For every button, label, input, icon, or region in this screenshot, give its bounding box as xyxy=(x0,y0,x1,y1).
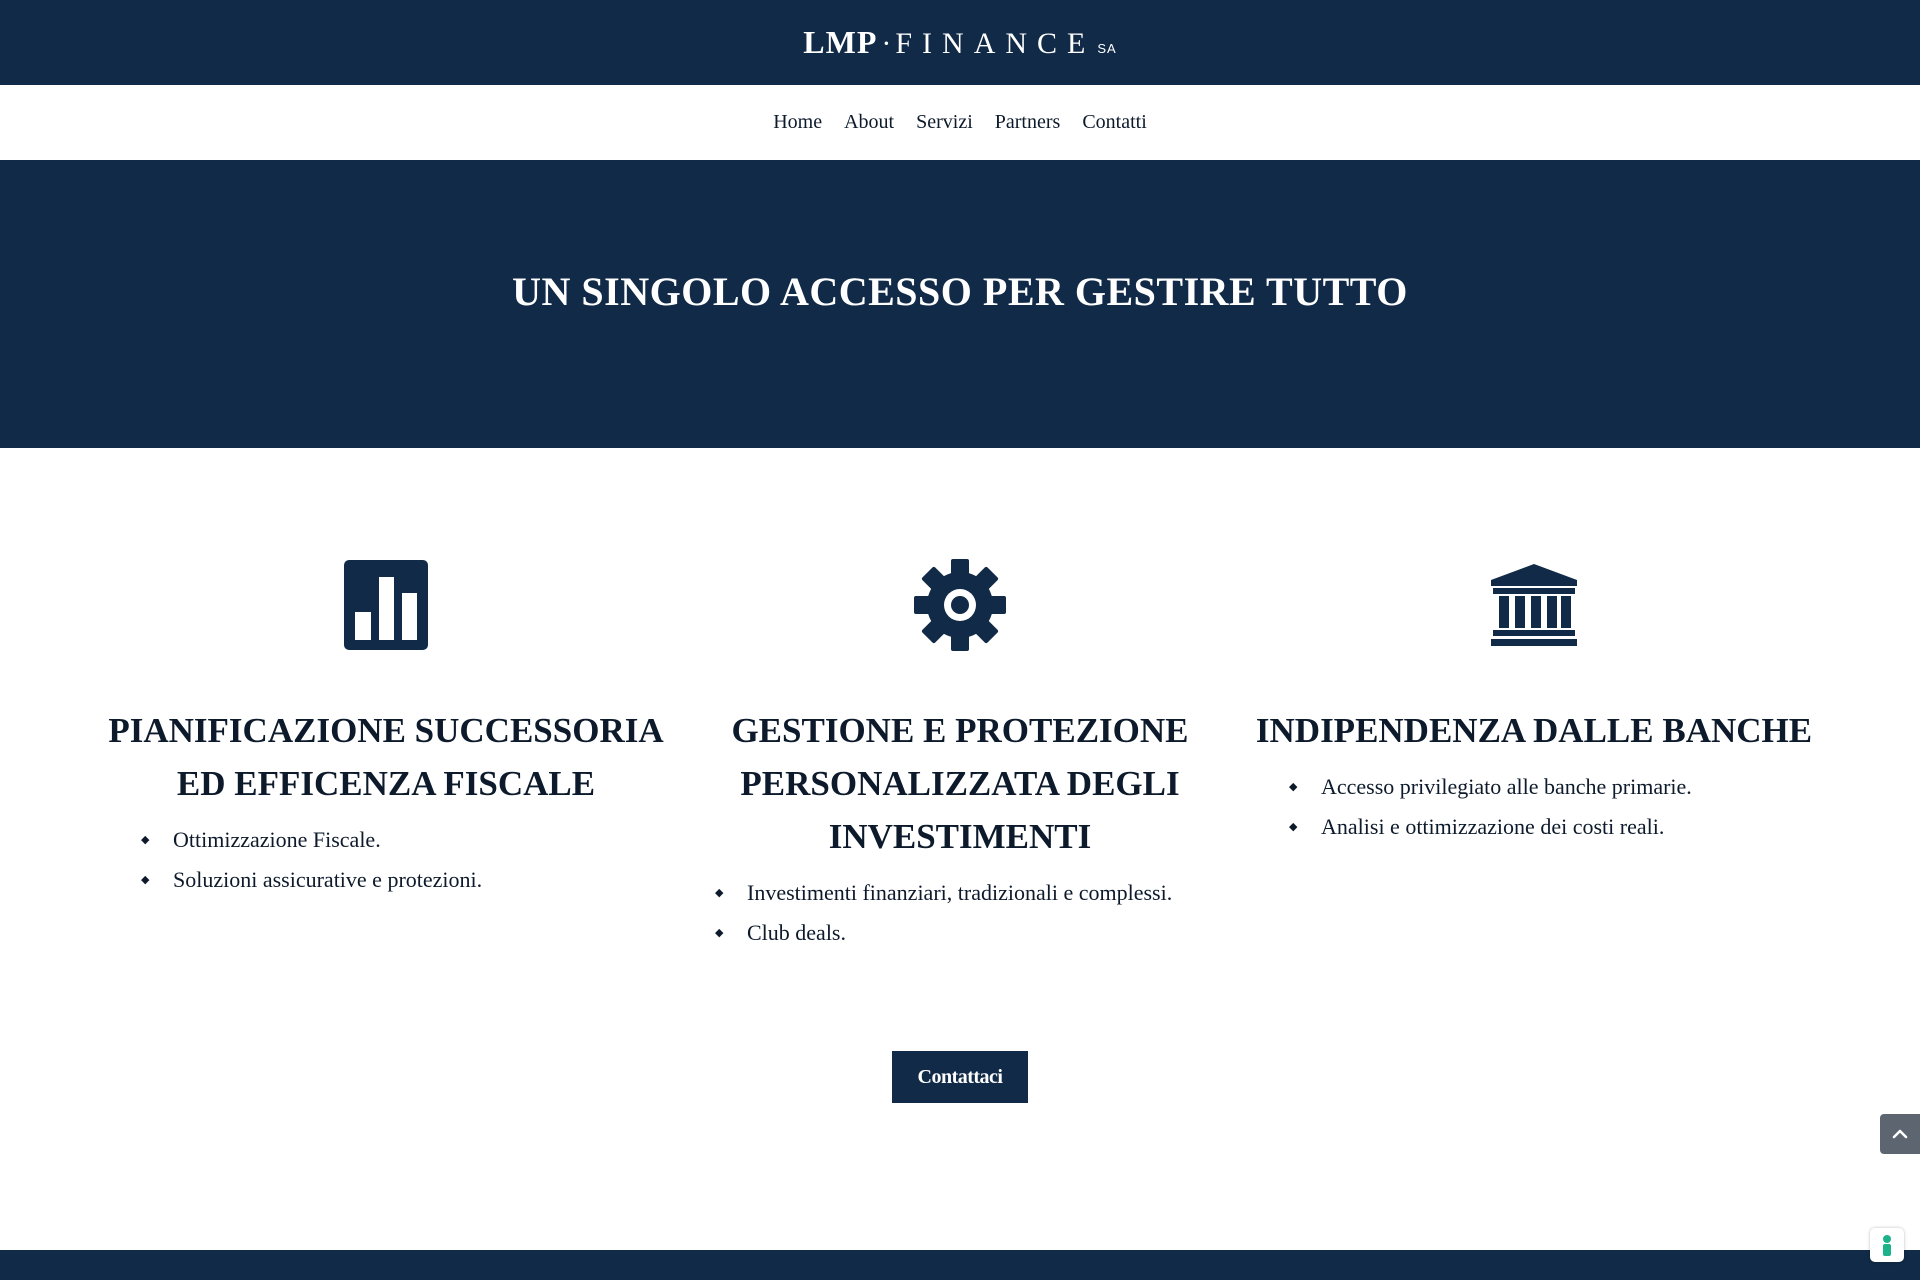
nav-partners[interactable]: Partners xyxy=(995,111,1061,134)
list-item: Investimenti finanziari, tradizionali e … xyxy=(715,873,1207,913)
list-item: Ottimizzazione Fiscale. xyxy=(141,820,633,860)
feature-column: PIANIFICAZIONE SUCCESSORIA ED EFFICENZA … xyxy=(99,560,673,953)
logo-text-finance: FINANCE xyxy=(895,27,1096,60)
cta-wrapper: Contattaci xyxy=(0,1051,1920,1103)
nav-home[interactable]: Home xyxy=(773,111,822,134)
feature-column: INDIPENDENZA DALLE BANCHE Accesso privil… xyxy=(1247,560,1821,953)
feature-list: Accesso privilegiato alle banche primari… xyxy=(1247,767,1821,847)
hero-banner: UN SINGOLO ACCESSO PER GESTIRE TUTTO xyxy=(0,160,1920,448)
nav-about[interactable]: About xyxy=(844,111,894,134)
feature-list: Ottimizzazione Fiscale. Soluzioni assicu… xyxy=(99,820,673,900)
contattaci-button[interactable]: Contattaci xyxy=(892,1051,1028,1103)
logo-text-sa: SA xyxy=(1097,41,1117,56)
list-item: Analisi e ottimizzazione dei costi reali… xyxy=(1289,807,1781,847)
feature-title: PIANIFICAZIONE SUCCESSORIA ED EFFICENZA … xyxy=(108,711,664,803)
nav-servizi[interactable]: Servizi xyxy=(916,111,973,134)
bank-icon xyxy=(1491,560,1577,650)
nav-contatti[interactable]: Contatti xyxy=(1082,111,1146,134)
logo-text-lmp: LMP xyxy=(803,24,878,60)
list-item: Soluzioni assicurative e protezioni. xyxy=(141,860,633,900)
feature-column: GESTIONE E PROTEZIONE PERSONALIZZATA DEG… xyxy=(673,559,1247,953)
hero-title: UN SINGOLO ACCESSO PER GESTIRE TUTTO xyxy=(512,269,1408,314)
feature-title: INDIPENDENZA DALLE BANCHE xyxy=(1255,711,1813,750)
scroll-to-top-button[interactable] xyxy=(1880,1114,1920,1154)
logo[interactable]: LMP · FINANCE SA xyxy=(803,24,1116,61)
list-item: Accesso privilegiato alle banche primari… xyxy=(1289,767,1781,807)
logo-separator: · xyxy=(881,27,892,60)
features-section: PIANIFICAZIONE SUCCESSORIA ED EFFICENZA … xyxy=(0,448,1920,953)
main-nav: Home About Servizi Partners Contatti xyxy=(0,85,1920,160)
privacy-settings-button[interactable] xyxy=(1870,1228,1904,1262)
site-header: LMP · FINANCE SA xyxy=(0,0,1920,85)
list-item: Club deals. xyxy=(715,913,1207,953)
site-footer xyxy=(0,1250,1920,1280)
feature-title: GESTIONE E PROTEZIONE PERSONALIZZATA DEG… xyxy=(731,711,1189,856)
privacy-person-icon xyxy=(1883,1235,1891,1256)
bar-chart-icon xyxy=(344,560,428,650)
feature-list: Investimenti finanziari, tradizionali e … xyxy=(673,873,1247,953)
chevron-up-icon xyxy=(1892,1129,1908,1139)
gear-icon xyxy=(914,559,1006,651)
